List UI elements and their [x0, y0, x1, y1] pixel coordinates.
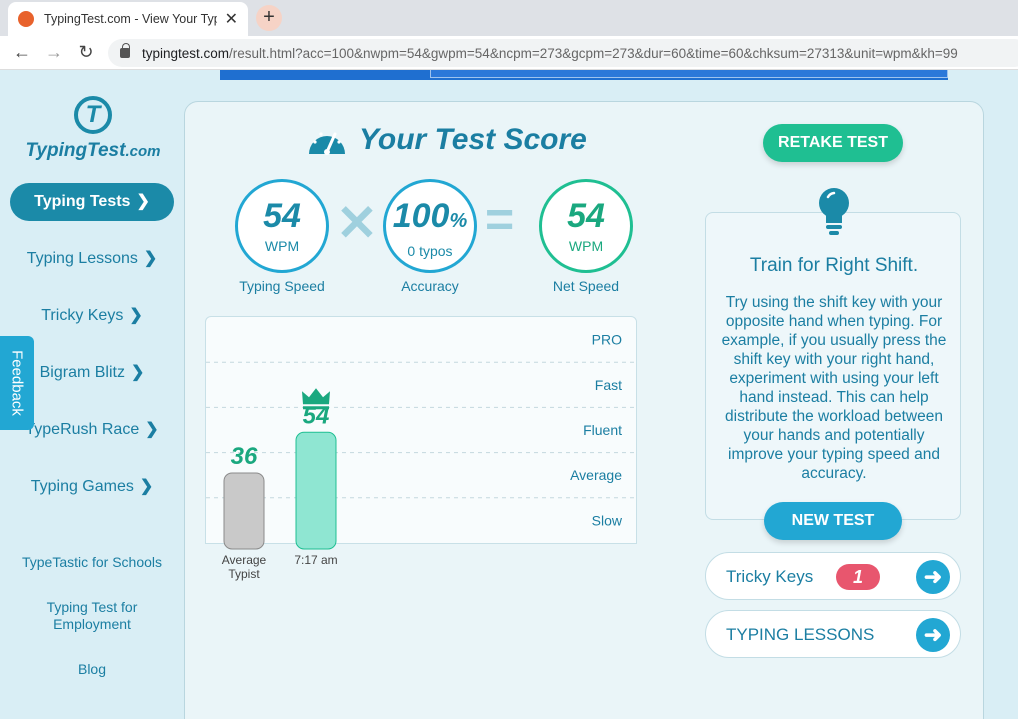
nav-label: Typing Games	[30, 478, 134, 495]
lock-icon	[120, 43, 130, 58]
tab-close-icon[interactable]: ✕	[225, 9, 238, 29]
nav-label: Tricky Keys	[41, 307, 124, 324]
nav-label: TypeRush Race	[25, 421, 140, 438]
logo-mark-icon: T	[74, 96, 112, 134]
tricky-keys-count-badge: 1	[836, 564, 880, 590]
address-bar[interactable]: typingtest.com/result.html?acc=100&nwpm=…	[108, 39, 1018, 67]
tricky-keys-link[interactable]: Tricky Keys 1 ➜	[705, 552, 961, 600]
typing-lessons-label: TYPING LESSONS	[726, 625, 875, 644]
band-label: Fluent	[583, 422, 622, 438]
forward-icon[interactable]: →	[42, 40, 66, 64]
nav-typing-games[interactable]: Typing Games ❯	[10, 468, 174, 506]
band-label: Average	[570, 467, 622, 483]
url-host: typingtest.com	[142, 45, 230, 61]
typing-speed-label: Typing Speed	[239, 278, 325, 294]
crown-base	[303, 406, 329, 410]
browser-tab[interactable]: TypingTest.com - View Your Typin ✕	[8, 2, 248, 36]
nav-bigram-blitz[interactable]: Bigram Blitz ❯	[10, 354, 174, 392]
accuracy-label: Accuracy	[401, 278, 459, 294]
chevron-right-icon: ❯	[139, 478, 154, 495]
accuracy-percent: %	[449, 210, 468, 232]
accuracy-value: 100%	[386, 198, 474, 239]
net-speed-value: 54	[567, 197, 605, 235]
equals-icon: =	[485, 191, 515, 247]
arrow-right-icon[interactable]: ➜	[916, 560, 950, 594]
link-blog[interactable]: Blog	[10, 661, 174, 678]
score-title: Your Test Score	[359, 123, 587, 156]
result-panel: Your Test Score 54 WPM Typing Speed ✕ 10…	[184, 101, 984, 719]
nav-label: Bigram Blitz	[39, 364, 125, 381]
typing-lessons-link[interactable]: TYPING LESSONS ➜	[705, 610, 961, 658]
nav-typing-tests[interactable]: Typing Tests ❯	[10, 183, 174, 221]
crown-icon	[302, 388, 330, 405]
favicon-icon	[18, 11, 34, 27]
typing-speed-circle: 54 WPM	[235, 179, 329, 273]
speed-chart: 25456585SlowAverageFluentFastPRO3654Aver…	[205, 316, 638, 581]
net-speed-circle: 54 WPM	[539, 179, 633, 273]
nav-label: Typing Tests	[34, 193, 131, 210]
accuracy-typos: 0 typos	[407, 243, 453, 259]
back-icon[interactable]: ←	[10, 40, 34, 64]
chart-svg: 25456585SlowAverageFluentFastPRO3654Aver…	[206, 332, 638, 581]
new-test-button[interactable]: NEW TEST	[764, 502, 902, 540]
typing-speed-unit: WPM	[264, 238, 300, 254]
logo-word: TypingTest	[25, 140, 126, 161]
nav-label: Typing Lessons	[26, 250, 138, 267]
chevron-right-icon: ❯	[130, 364, 145, 381]
tip-text: Try using the shift key with your opposi…	[721, 294, 947, 482]
url-path: /result.html?acc=100&nwpm=54&gwpm=54&ncp…	[229, 45, 958, 61]
chevron-right-icon: ❯	[129, 307, 143, 324]
top-banner-strip	[220, 70, 948, 80]
nav-tricky-keys[interactable]: Tricky Keys ❯	[10, 297, 174, 335]
accuracy-circle: 100% 0 typos	[383, 179, 477, 273]
feedback-label: Feedback	[8, 350, 26, 416]
chevron-right-icon: ❯	[136, 193, 150, 210]
band-label: Fast	[595, 377, 622, 393]
tab-title: TypingTest.com - View Your Typin	[44, 12, 217, 26]
bar	[295, 431, 337, 550]
speedometer-icon	[309, 132, 345, 155]
logo-text: TypingTest.com	[22, 140, 164, 162]
band-label: Slow	[592, 512, 623, 528]
nav-typing-lessons[interactable]: Typing Lessons ❯	[10, 240, 174, 278]
new-tab-button[interactable]: +	[256, 5, 282, 31]
score-heading: Your Test Score	[305, 122, 587, 158]
x-category-label: Average	[222, 553, 267, 567]
times-icon: ✕	[336, 195, 378, 251]
nav-typerush-race[interactable]: TypeRush Race ❯	[10, 411, 174, 449]
tip-title: Train for Right Shift.	[749, 255, 919, 276]
bar	[223, 472, 265, 550]
bar-data-label: 36	[231, 443, 258, 470]
link-typetastic[interactable]: TypeTastic for Schools	[10, 554, 174, 571]
arrow-right-icon[interactable]: ➜	[916, 618, 950, 652]
site-logo[interactable]: T TypingTest.com	[22, 96, 164, 162]
chevron-right-icon: ❯	[143, 250, 158, 267]
feedback-tab[interactable]: Feedback	[0, 336, 34, 430]
link-employment[interactable]: Typing Test for Employment	[10, 599, 174, 633]
chevron-right-icon: ❯	[145, 421, 159, 438]
x-category-label: Typist	[228, 567, 260, 581]
reload-icon[interactable]: ↻	[74, 40, 98, 64]
retake-test-button[interactable]: RETAKE TEST	[763, 124, 903, 162]
tricky-keys-label: Tricky Keys	[726, 567, 814, 586]
logo-suffix: .com	[125, 143, 161, 160]
band-label: PRO	[592, 332, 622, 348]
tip-box: Train for Right Shift. Try using the shi…	[705, 188, 961, 520]
lightbulb-icon	[819, 188, 849, 235]
banner-inner	[430, 70, 948, 78]
browser-tab-bar: TypingTest.com - View Your Typin ✕ +	[0, 0, 1018, 36]
net-speed-label: Net Speed	[552, 278, 620, 294]
accuracy-number: 100	[392, 197, 450, 235]
browser-toolbar: ← → ↻ typingtest.com/result.html?acc=100…	[0, 36, 1018, 70]
net-speed-unit: WPM	[568, 238, 604, 254]
typing-speed-value: 54	[263, 197, 301, 235]
url-text: typingtest.com/result.html?acc=100&nwpm=…	[142, 46, 958, 61]
x-category-label: 7:17 am	[294, 553, 337, 567]
